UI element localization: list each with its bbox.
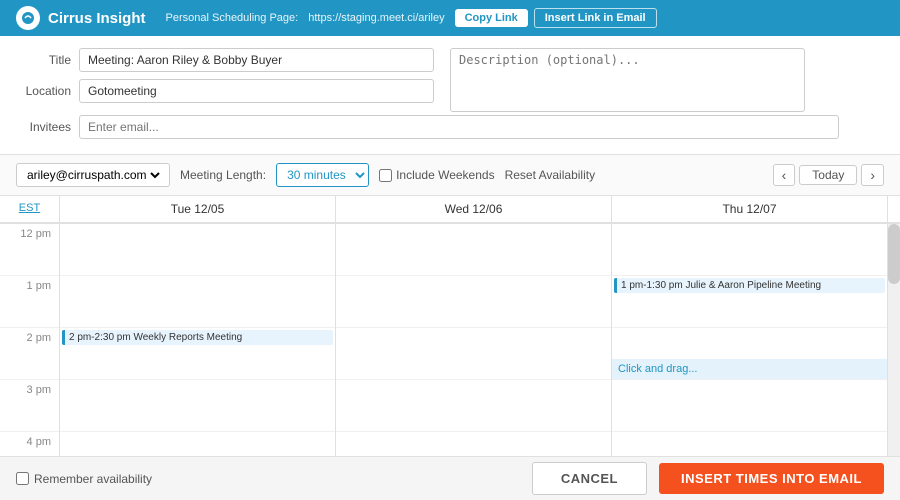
today-button[interactable]: Today [799, 165, 857, 185]
cell-1-3[interactable] [336, 380, 611, 432]
time-slot-4pm: 4 pm [0, 432, 59, 456]
day-header-1: Wed 12/06 [336, 196, 612, 222]
timezone-label[interactable]: EST [0, 196, 60, 222]
day-columns: 2 pm-2:30 pm Weekly Reports Meeting [60, 224, 888, 456]
invitees-row: Invitees [16, 115, 884, 139]
app-title: Cirrus Insight [48, 10, 146, 27]
day-header-0: Tue 12/05 [60, 196, 336, 222]
account-select[interactable]: ariley@cirruspath.com [23, 167, 163, 183]
day-col-2: 1 pm-1:30 pm Julie & Aaron Pipeline Meet… [612, 224, 888, 456]
time-slot-12pm: 12 pm [0, 224, 59, 276]
scrollbar-thumb[interactable] [888, 224, 900, 284]
day-header-2: Thu 12/07 [612, 196, 888, 222]
prev-button[interactable]: ‹ [773, 164, 796, 186]
insert-times-button[interactable]: INSERT TIMES INTO EMAIL [659, 463, 884, 494]
footer: Remember availability CANCEL INSERT TIME… [0, 456, 900, 500]
remember-availability-checkbox[interactable] [16, 472, 29, 485]
nav-controls: ‹ Today › [773, 164, 884, 186]
cell-2-0[interactable] [612, 224, 887, 276]
cell-1-2[interactable] [336, 328, 611, 380]
cell-0-4[interactable] [60, 432, 335, 456]
toolbar: ariley@cirruspath.com Meeting Length: 30… [0, 155, 900, 196]
remember-availability-label[interactable]: Remember availability [16, 472, 152, 486]
cell-0-2[interactable]: 2 pm-2:30 pm Weekly Reports Meeting [60, 328, 335, 380]
calendar-container: EST Tue 12/05 Wed 12/06 Thu 12/07 12 pm … [0, 196, 900, 456]
cell-1-4[interactable] [336, 432, 611, 456]
logo-icon [16, 6, 40, 30]
cancel-button[interactable]: CANCEL [532, 462, 647, 495]
event-weekly-reports: 2 pm-2:30 pm Weekly Reports Meeting [62, 330, 333, 345]
meeting-length-select[interactable]: 30 minutes 15 minutes 45 minutes 60 minu… [276, 163, 369, 187]
insert-link-button[interactable]: Insert Link in Email [534, 8, 657, 28]
calendar-header: EST Tue 12/05 Wed 12/06 Thu 12/07 [0, 196, 900, 224]
form-section: Title Location Invitees [0, 36, 900, 155]
app-container: Cirrus Insight Personal Scheduling Page:… [0, 0, 900, 500]
copy-link-button[interactable]: Copy Link [455, 9, 528, 27]
cell-2-1[interactable]: 1 pm-1:30 pm Julie & Aaron Pipeline Meet… [612, 276, 887, 328]
cell-0-0[interactable] [60, 224, 335, 276]
header-bar: Cirrus Insight Personal Scheduling Page:… [0, 0, 900, 36]
app-logo: Cirrus Insight [16, 6, 146, 30]
include-weekends-checkbox[interactable] [379, 169, 392, 182]
description-input[interactable] [450, 48, 805, 112]
next-button[interactable]: › [861, 164, 884, 186]
cell-2-2[interactable]: Click and drag... [612, 328, 887, 380]
location-input[interactable] [79, 79, 434, 103]
location-label: Location [16, 84, 71, 98]
title-input[interactable] [79, 48, 434, 72]
cell-1-1[interactable] [336, 276, 611, 328]
cell-2-3[interactable] [612, 380, 887, 432]
cell-0-3[interactable] [60, 380, 335, 432]
cell-1-0[interactable] [336, 224, 611, 276]
day-col-1 [336, 224, 612, 456]
scheduling-url-value: https://staging.meet.ci/ariley [308, 12, 444, 24]
title-row: Title [16, 48, 434, 72]
day-col-0: 2 pm-2:30 pm Weekly Reports Meeting [60, 224, 336, 456]
location-row: Location [16, 79, 434, 103]
time-slot-1pm: 1 pm [0, 276, 59, 328]
scheduling-url-label: Personal Scheduling Page: [166, 12, 299, 24]
time-slot-3pm: 3 pm [0, 380, 59, 432]
time-column: 12 pm 1 pm 2 pm 3 pm 4 pm [0, 224, 60, 456]
drag-hint[interactable]: Click and drag... [612, 359, 887, 379]
include-weekends-label[interactable]: Include Weekends [379, 168, 495, 182]
invitees-input[interactable] [79, 115, 839, 139]
meeting-length-label: Meeting Length: [180, 168, 266, 182]
scrollbar[interactable] [888, 224, 900, 456]
invitees-label: Invitees [16, 120, 71, 134]
cell-2-4[interactable] [612, 432, 887, 456]
reset-availability-link[interactable]: Reset Availability [505, 168, 596, 182]
account-selector[interactable]: ariley@cirruspath.com [16, 163, 170, 187]
time-slot-2pm: 2 pm [0, 328, 59, 380]
title-label: Title [16, 53, 71, 67]
calendar-body: 12 pm 1 pm 2 pm 3 pm 4 pm 2 pm-2:30 pm W… [0, 224, 900, 456]
cell-0-1[interactable] [60, 276, 335, 328]
event-pipeline-meeting: 1 pm-1:30 pm Julie & Aaron Pipeline Meet… [614, 278, 885, 293]
